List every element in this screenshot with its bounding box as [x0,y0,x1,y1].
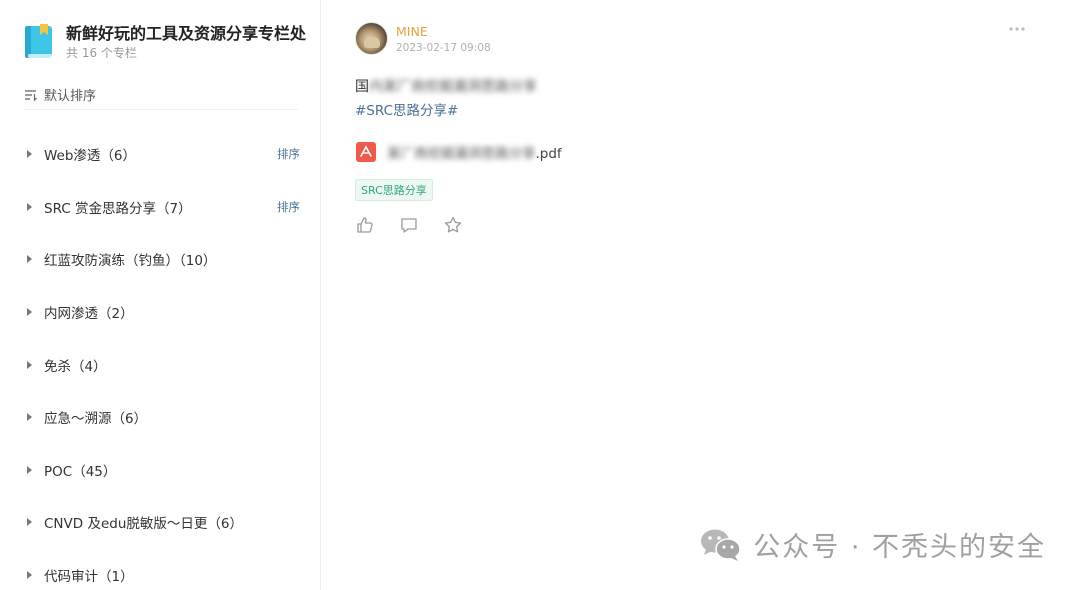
watermark: 公众号 · 不秃头的安全 [699,525,1046,564]
column-item-label: 红蓝攻防演练（钓鱼）（10） [44,253,217,270]
book-icon [24,24,54,60]
column-item-label: 内网渗透（2） [44,306,134,323]
column-list: Web渗透（6） 排序 SRC 赏金思路分享（7） 排序 红蓝攻防演练（钓鱼）（… [24,128,304,590]
column-item-src[interactable]: SRC 赏金思路分享（7） 排序 [24,181,304,234]
caret-right-icon [27,255,32,264]
pdf-icon [355,141,377,163]
caret-right-icon [27,413,32,422]
column-title: 新鲜好玩的工具及资源分享专栏处 [66,24,307,43]
caret-right-icon [27,571,32,580]
caret-right-icon [27,308,32,317]
sort-icon [24,88,38,102]
column-item-label: 免杀（4） [44,358,107,375]
watermark-text: 公众号 · 不秃头的安全 [753,532,1046,563]
thumb-up-icon[interactable] [355,215,375,235]
post-text-redacted: 内某厂商挖掘漏洞思路分享 [369,79,537,95]
column-count: 共 16 个专栏 [66,46,137,60]
caret-right-icon [27,360,32,369]
post-tag[interactable]: SRC思路分享 [355,179,433,201]
sort-label: 默认排序 [44,89,97,104]
column-item-label: POC（45） [44,463,117,480]
column-item-cnvd[interactable]: CNVD 及edu脱敏版～日更（6） [24,496,304,549]
app: 新鲜好玩的工具及资源分享专栏处 共 16 个专栏 默认排序 Web渗透（6） 排… [0,0,1080,590]
column-item-code-audit[interactable]: 代码审计（1） [24,549,304,590]
post-header: MINE 2023-02-17 09:08 [355,22,1025,55]
attachment-name-redacted: 某厂商挖掘漏洞思路分享 [387,146,536,162]
post-text: 国内某厂商挖掘漏洞思路分享 [355,77,537,97]
column-item-incident[interactable]: 应急～溯源（6） [24,391,304,444]
post-card: MINE 2023-02-17 09:08 国内某厂商挖掘漏洞思路分享 #SRC… [355,22,1025,235]
caret-right-icon [27,518,32,527]
column-item-redblue[interactable]: 红蓝攻防演练（钓鱼）（10） [24,233,304,286]
column-header: 新鲜好玩的工具及资源分享专栏处 共 16 个专栏 [24,24,306,60]
column-sort-button[interactable]: 排序 [277,146,300,162]
column-item-intranet[interactable]: 内网渗透（2） [24,286,304,339]
attachment-name: 某厂商挖掘漏洞思路分享.pdf [387,142,562,162]
wechat-icon [699,527,743,563]
author-name[interactable]: MINE [396,24,491,40]
column-item-poc[interactable]: POC（45） [24,444,304,497]
default-sort-button[interactable]: 默认排序 [24,80,298,110]
caret-right-icon [27,202,32,211]
post-time: 2023-02-17 09:08 [396,41,491,54]
column-sort-button[interactable]: 排序 [277,199,300,215]
column-item-web[interactable]: Web渗透（6） 排序 [24,128,304,181]
column-item-label: CNVD 及edu脱敏版～日更（6） [44,516,243,533]
post-hashtag[interactable]: #SRC思路分享# [355,101,1015,121]
column-item-label: 代码审计（1） [44,569,134,586]
column-item-av-evasion[interactable]: 免杀（4） [24,338,304,391]
post-actions [355,215,1015,235]
column-sidebar: 新鲜好玩的工具及资源分享专栏处 共 16 个专栏 默认排序 Web渗透（6） 排… [0,0,321,590]
comment-icon[interactable] [399,215,419,235]
column-item-label: Web渗透（6） [44,148,137,165]
post-text-prefix: 国 [355,79,369,95]
avatar[interactable] [355,22,388,55]
caret-right-icon [27,465,32,474]
post-feed: MINE 2023-02-17 09:08 国内某厂商挖掘漏洞思路分享 #SRC… [321,0,1080,590]
column-item-label: 应急～溯源（6） [44,411,148,428]
attachment-ext: pdf [539,146,562,162]
more-icon[interactable] [1007,24,1027,34]
pdf-attachment[interactable]: 某厂商挖掘漏洞思路分享.pdf [355,141,1015,163]
column-item-label: SRC 赏金思路分享（7） [44,200,192,217]
caret-right-icon [27,150,32,159]
star-icon[interactable] [443,215,463,235]
